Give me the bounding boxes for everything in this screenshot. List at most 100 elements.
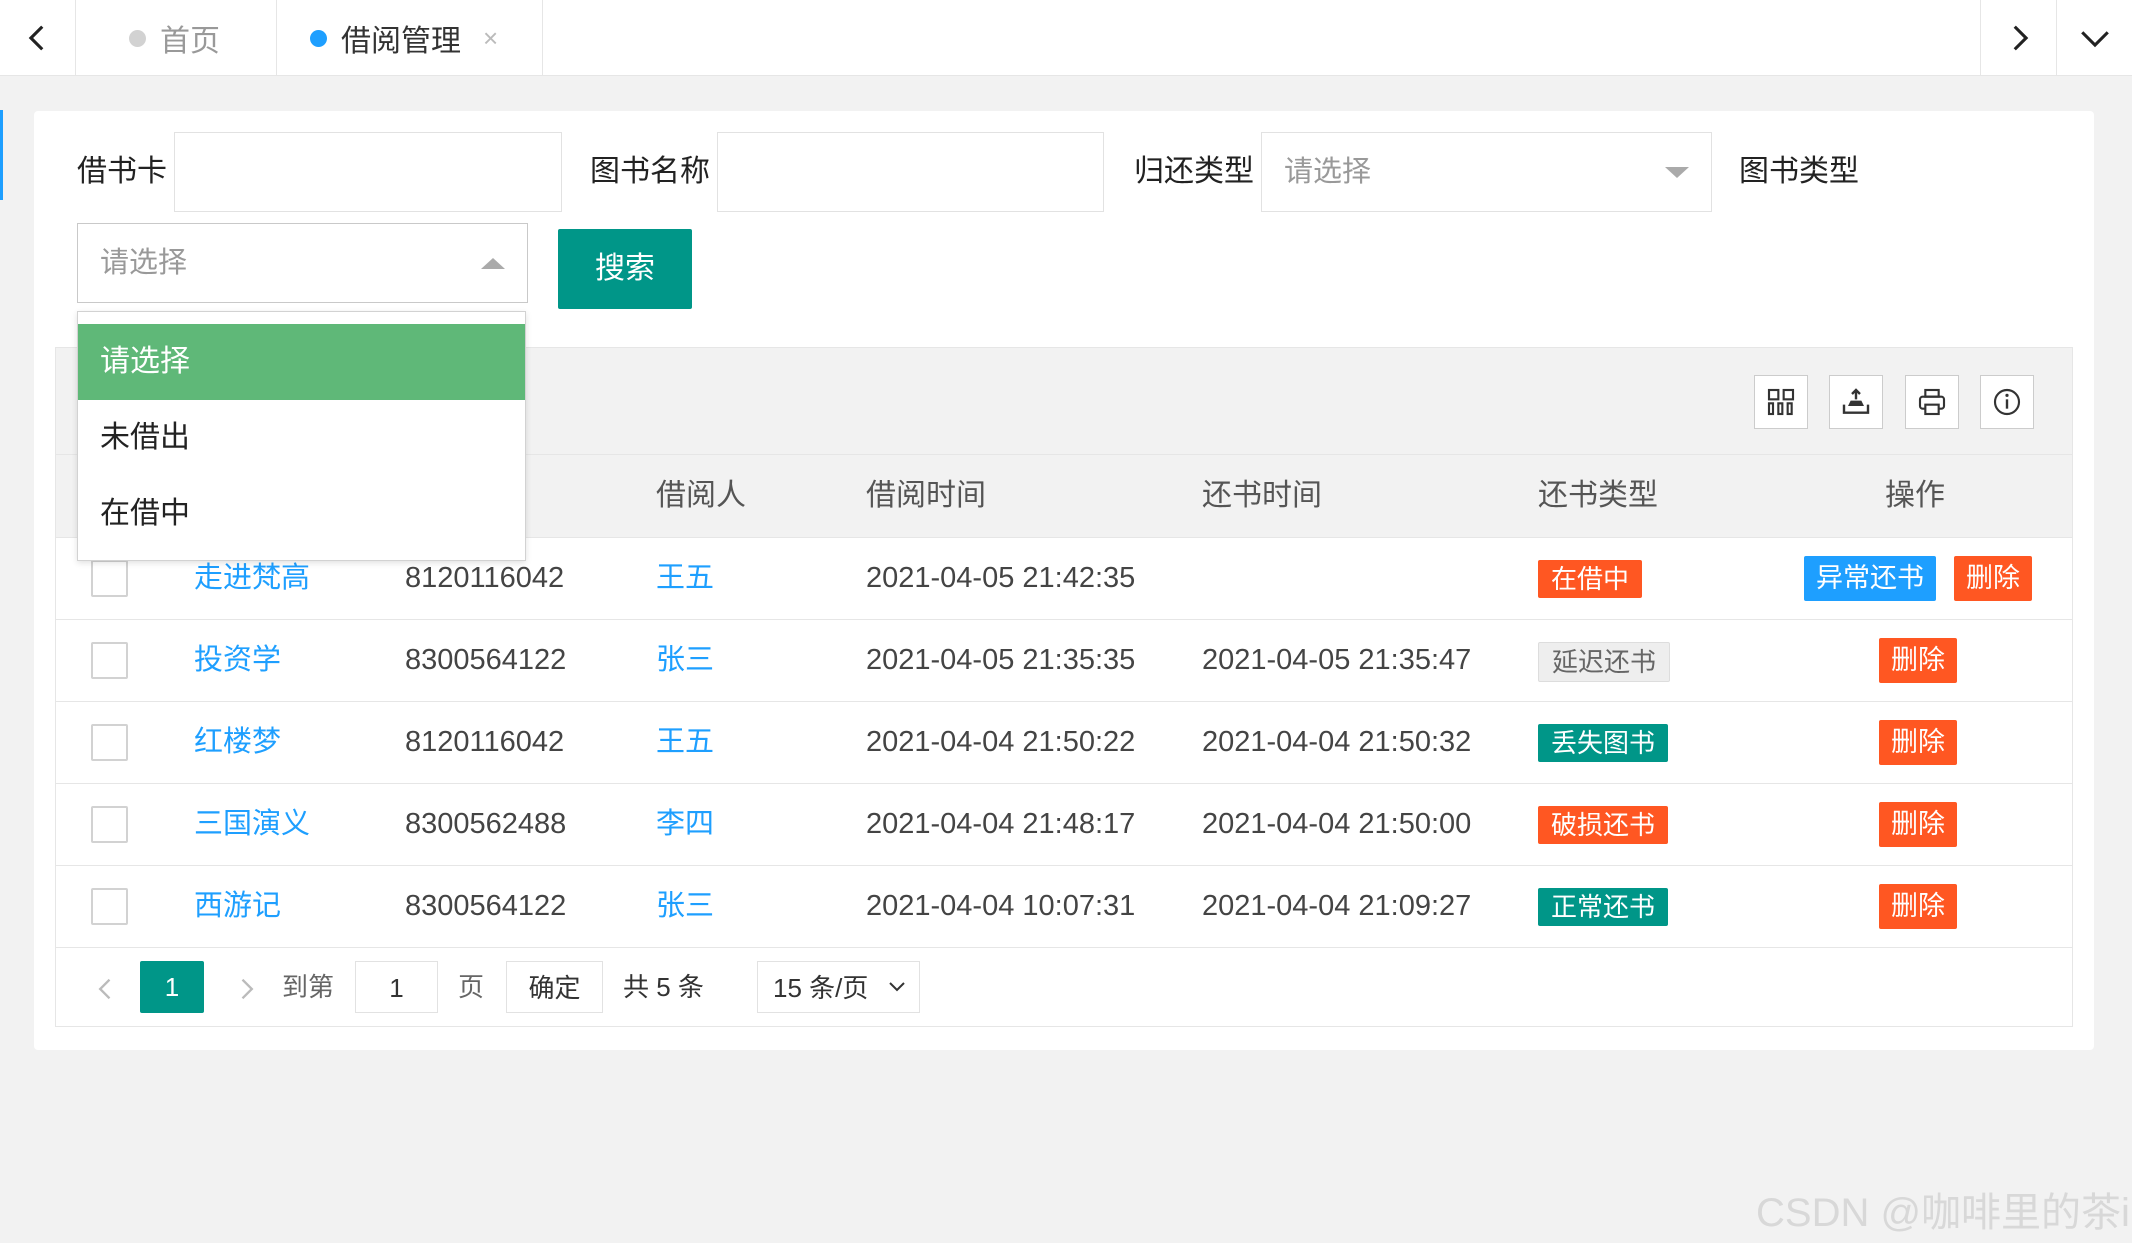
status-badge: 破损还书 bbox=[1538, 806, 1669, 844]
tab-scroll-left-button[interactable] bbox=[0, 0, 76, 76]
caret-down-icon bbox=[1665, 167, 1689, 178]
borrow-time: 2021-04-04 21:50:22 bbox=[866, 726, 1136, 758]
page-size-select[interactable]: 15 条/页 bbox=[757, 961, 920, 1013]
borrower-link[interactable]: 张三 bbox=[656, 620, 714, 701]
goto-page-input[interactable]: 1 bbox=[355, 961, 438, 1013]
return-time: 2021-04-04 21:09:27 bbox=[1202, 890, 1472, 922]
next-page-button[interactable] bbox=[226, 961, 266, 1013]
tab-home-label: 首页 bbox=[160, 25, 220, 58]
row-checkbox[interactable] bbox=[91, 724, 128, 761]
book-type-value: 请选择 bbox=[100, 247, 188, 279]
return-type-label: 归还类型 bbox=[1134, 155, 1254, 188]
dropdown-option[interactable]: 请选择 bbox=[78, 324, 525, 400]
card-number: 8300564122 bbox=[405, 890, 567, 922]
delete-button[interactable]: 删除 bbox=[1879, 884, 1957, 929]
book-title-link[interactable]: 西游记 bbox=[194, 866, 281, 947]
status-badge: 延迟还书 bbox=[1538, 642, 1671, 682]
status-badge: 在借中 bbox=[1538, 560, 1643, 598]
dropdown-option[interactable]: 在借中 bbox=[78, 476, 525, 552]
book-title-link[interactable]: 红楼梦 bbox=[194, 702, 281, 783]
columns-icon bbox=[1767, 388, 1795, 416]
borrower-link[interactable]: 张三 bbox=[656, 866, 714, 947]
borrower-link[interactable]: 王五 bbox=[656, 538, 714, 619]
export-button[interactable] bbox=[1829, 375, 1883, 429]
delete-button[interactable]: 删除 bbox=[1879, 720, 1957, 765]
borrow-time: 2021-04-04 21:48:17 bbox=[866, 808, 1136, 840]
side-accent bbox=[0, 110, 3, 200]
info-icon bbox=[1993, 388, 2021, 416]
row-checkbox[interactable] bbox=[91, 642, 128, 679]
status-badge: 丢失图书 bbox=[1538, 724, 1669, 762]
table-row: 红楼梦 8120116042 王五 2021-04-04 21:50:22 20… bbox=[56, 702, 2072, 784]
header-actions: 操作 bbox=[1885, 479, 1945, 512]
prev-page-button[interactable] bbox=[86, 961, 126, 1013]
tab-menu-button[interactable] bbox=[2056, 0, 2132, 76]
tab-home[interactable]: 首页 bbox=[77, 0, 277, 76]
book-title-link[interactable]: 投资学 bbox=[194, 620, 281, 701]
table-row: 西游记 8300564122 张三 2021-04-04 10:07:31 20… bbox=[56, 866, 2072, 948]
book-name-label: 图书名称 bbox=[590, 155, 710, 188]
return-time: 2021-04-04 21:50:32 bbox=[1202, 726, 1472, 758]
borrow-time: 2021-04-05 21:42:35 bbox=[866, 562, 1136, 594]
goto-label: 到第 bbox=[282, 972, 335, 1002]
card-number: 8300564122 bbox=[405, 644, 567, 676]
return-time: 2021-04-04 21:50:00 bbox=[1202, 808, 1472, 840]
book-title-link[interactable]: 三国演义 bbox=[194, 784, 310, 865]
watermark: CSDN @咖啡里的茶i bbox=[1756, 1191, 2130, 1235]
chevron-down-icon bbox=[2080, 31, 2109, 48]
return-type-value: 请选择 bbox=[1284, 156, 1372, 188]
dropdown-option[interactable]: 未借出 bbox=[78, 400, 525, 476]
delete-button[interactable]: 删除 bbox=[1954, 556, 2032, 601]
tab-borrow-label: 借阅管理 bbox=[341, 25, 461, 58]
chevron-down-icon bbox=[889, 982, 905, 992]
export-icon bbox=[1842, 388, 1870, 414]
total-count: 共 5 条 bbox=[623, 972, 704, 1002]
tab-bar: 首页 借阅管理 × bbox=[0, 0, 2132, 76]
page-size-value: 15 条/页 bbox=[773, 973, 869, 1003]
row-checkbox[interactable] bbox=[91, 806, 128, 843]
header-borrower[interactable]: 借阅人 bbox=[656, 455, 746, 537]
print-button[interactable] bbox=[1905, 375, 1959, 429]
borrow-time: 2021-04-04 10:07:31 bbox=[866, 890, 1136, 922]
card-number: 8120116042 bbox=[405, 726, 565, 758]
close-icon[interactable]: × bbox=[483, 23, 498, 54]
row-checkbox[interactable] bbox=[91, 888, 128, 925]
header-return-type[interactable]: 还书类型 bbox=[1538, 455, 1658, 537]
pagination: 1 到第 1 页 确定 共 5 条 15 条/页 bbox=[56, 945, 2072, 1027]
tab-dot-icon bbox=[129, 29, 146, 47]
tab-scroll-right-button[interactable] bbox=[1980, 0, 2056, 76]
chevron-left-icon bbox=[98, 978, 111, 1000]
row-checkbox[interactable] bbox=[91, 560, 128, 597]
table-row: 投资学 8300564122 张三 2021-04-05 21:35:35 20… bbox=[56, 620, 2072, 702]
borrower-link[interactable]: 王五 bbox=[656, 702, 714, 783]
print-icon bbox=[1918, 388, 1946, 416]
tab-active-dot-icon bbox=[310, 29, 327, 47]
delete-button[interactable]: 删除 bbox=[1879, 802, 1957, 847]
goto-confirm-button[interactable]: 确定 bbox=[506, 961, 603, 1013]
return-type-select[interactable]: 请选择 bbox=[1261, 132, 1712, 212]
header-borrow-time[interactable]: 借阅时间 bbox=[866, 455, 986, 537]
book-name-input[interactable] bbox=[717, 132, 1104, 212]
book-type-dropdown: 请选择 未借出 在借中 bbox=[77, 311, 526, 561]
delete-button[interactable]: 删除 bbox=[1879, 638, 1957, 683]
table-row: 三国演义 8300562488 李四 2021-04-04 21:48:17 2… bbox=[56, 784, 2072, 866]
columns-filter-button[interactable] bbox=[1754, 375, 1808, 429]
status-badge: 正常还书 bbox=[1538, 888, 1669, 926]
chevron-right-icon bbox=[2013, 25, 2028, 51]
page-number-current[interactable]: 1 bbox=[140, 961, 204, 1013]
card-number: 8300562488 bbox=[405, 808, 567, 840]
main-card: 借书卡 图书名称 归还类型 请选择 图书类型 请选择 搜索 借阅人 借阅时间 还… bbox=[34, 111, 2094, 1050]
borrower-link[interactable]: 李四 bbox=[656, 784, 714, 865]
borrow-time: 2021-04-05 21:35:35 bbox=[866, 644, 1136, 676]
header-return-time[interactable]: 还书时间 bbox=[1202, 455, 1322, 537]
card-label: 借书卡 bbox=[77, 155, 167, 188]
tab-borrow-management[interactable]: 借阅管理 × bbox=[277, 0, 543, 76]
search-button[interactable]: 搜索 bbox=[558, 229, 692, 309]
return-time: 2021-04-05 21:35:47 bbox=[1202, 644, 1472, 676]
book-type-select[interactable]: 请选择 bbox=[77, 223, 528, 303]
abnormal-return-button[interactable]: 异常还书 bbox=[1804, 556, 1936, 601]
chevron-right-icon bbox=[241, 978, 254, 1000]
card-input[interactable] bbox=[174, 132, 562, 212]
caret-up-icon bbox=[481, 258, 505, 269]
info-button[interactable] bbox=[1980, 375, 2034, 429]
